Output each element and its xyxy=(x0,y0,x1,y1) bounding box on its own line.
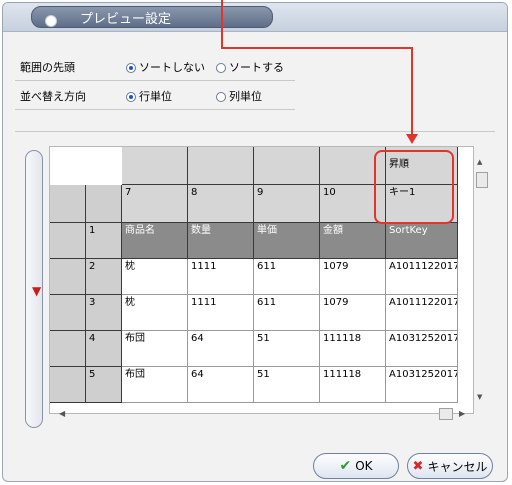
grid-header-cell[interactable]: 金額 xyxy=(320,223,386,259)
grid-cell[interactable]: 64 xyxy=(188,367,254,403)
title-pill: プレビュー設定 xyxy=(31,6,273,28)
grid-cell[interactable]: 611 xyxy=(254,295,320,331)
order-column-radio[interactable] xyxy=(216,92,226,102)
grid-cell[interactable]: A1031252017 xyxy=(386,331,458,367)
scroll-down-icon[interactable]: ▼ xyxy=(477,393,482,401)
range-no-sort-radio[interactable] xyxy=(126,63,136,73)
grid-row-handle[interactable] xyxy=(50,295,86,331)
range-sort-label[interactable]: ソートする xyxy=(229,61,284,75)
grid-cell[interactable]: 枕 xyxy=(122,295,188,331)
grid-row-handle[interactable] xyxy=(50,331,86,367)
grid-column-number[interactable]: 9 xyxy=(254,185,320,223)
scroll-left-icon[interactable]: ◀ xyxy=(59,409,65,418)
grid-cell[interactable]: 1079 xyxy=(320,259,386,295)
cancel-button[interactable]: ✖ キャンセル xyxy=(407,453,493,479)
scroll-thumb[interactable] xyxy=(476,172,488,188)
order-row-label[interactable]: 行単位 xyxy=(139,90,172,104)
grid-cell[interactable] xyxy=(122,147,188,185)
grid-row-number: 5 xyxy=(86,367,122,403)
title-bar: プレビュー設定 xyxy=(3,3,507,32)
grid-cell[interactable]: 51 xyxy=(254,367,320,403)
range-no-sort-label[interactable]: ソートしない xyxy=(139,61,205,75)
section-divider xyxy=(15,131,495,132)
grid-header-cell[interactable]: 単価 xyxy=(254,223,320,259)
scroll-thumb[interactable] xyxy=(439,408,453,420)
dialog-title: プレビュー設定 xyxy=(80,12,172,27)
horizontal-scrollbar[interactable]: ◀ ▶ xyxy=(49,407,474,421)
annotation-line xyxy=(221,47,413,49)
grid-cell[interactable]: 64 xyxy=(188,331,254,367)
annotation-line xyxy=(221,0,223,48)
grid-corner xyxy=(50,185,86,223)
ok-label: OK xyxy=(355,459,373,473)
grid-column-number[interactable]: 7 xyxy=(122,185,188,223)
separator xyxy=(15,80,295,81)
scroll-up-icon[interactable]: ▲ xyxy=(477,158,482,166)
grid-corner xyxy=(86,185,122,223)
window-icon xyxy=(45,15,57,27)
order-column-label[interactable]: 列単位 xyxy=(229,90,262,104)
grid-cell[interactable]: 111118 xyxy=(320,331,386,367)
annotation-arrow-icon xyxy=(406,134,418,144)
close-icon: ✖ xyxy=(412,458,424,474)
grid-empty-corner xyxy=(50,147,122,185)
grid-column-number[interactable]: 8 xyxy=(188,185,254,223)
grid-row-handle[interactable] xyxy=(50,367,86,403)
annotation-line xyxy=(411,47,413,137)
cancel-label: キャンセル xyxy=(427,459,488,474)
grid-cell[interactable]: 1079 xyxy=(320,295,386,331)
grid-cell[interactable]: 1111 xyxy=(188,259,254,295)
range-label: 範囲の先頭 xyxy=(20,61,75,74)
grid-row-number: 2 xyxy=(86,259,122,295)
grid-header-cell[interactable]: SortKey xyxy=(386,223,458,259)
ok-button[interactable]: ✔ OK xyxy=(313,453,399,479)
grid-cell[interactable]: 1111 xyxy=(188,295,254,331)
order-row-radio[interactable] xyxy=(126,92,136,102)
grid-row-handle[interactable] xyxy=(50,223,86,259)
check-icon: ✔ xyxy=(339,458,352,474)
arrow-down-icon: ▼ xyxy=(32,284,42,298)
grid-cell[interactable]: 111118 xyxy=(320,367,386,403)
grid-cell[interactable]: 51 xyxy=(254,331,320,367)
vertical-scrollbar[interactable]: ▲ ▼ xyxy=(474,146,488,404)
order-label: 並べ替え方向 xyxy=(20,90,86,103)
grid-row-number: 4 xyxy=(86,331,122,367)
preview-settings-dialog: プレビュー設定 範囲の先頭 ソートしない ソートする 並べ替え方向 行単位 列単… xyxy=(2,2,508,482)
collapse-panel-button[interactable]: ▼ xyxy=(25,150,43,428)
grid-cell[interactable]: 611 xyxy=(254,259,320,295)
grid-cell[interactable] xyxy=(188,147,254,185)
grid-header-cell[interactable]: 数量 xyxy=(188,223,254,259)
grid-cell[interactable]: A1011122017 xyxy=(386,295,458,331)
grid-cell[interactable]: 枕 xyxy=(122,259,188,295)
separator xyxy=(15,109,295,110)
grid-row-handle[interactable] xyxy=(50,259,86,295)
scroll-right-icon[interactable]: ▶ xyxy=(459,409,465,418)
grid-row-number: 3 xyxy=(86,295,122,331)
grid-cell[interactable]: 布団 xyxy=(122,367,188,403)
range-sort-radio[interactable] xyxy=(216,63,226,73)
grid-cell[interactable] xyxy=(254,147,320,185)
grid-cell[interactable]: 布団 xyxy=(122,331,188,367)
grid-cell[interactable]: A1031252017 xyxy=(386,367,458,403)
annotation-highlight-box xyxy=(374,150,454,224)
grid-header-cell[interactable]: 商品名 xyxy=(122,223,188,259)
grid-row-number: 1 xyxy=(86,223,122,259)
grid-cell[interactable]: A1011122017 xyxy=(386,259,458,295)
